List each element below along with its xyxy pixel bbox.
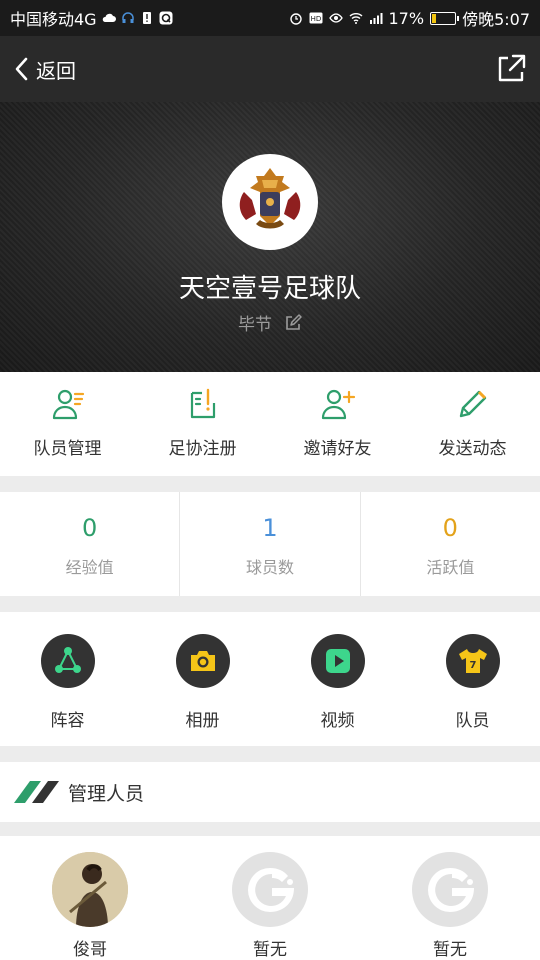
stat-value: 1: [262, 514, 278, 542]
register-icon: [190, 388, 215, 419]
q-app-icon: [159, 11, 173, 25]
back-label: 返回: [36, 58, 76, 83]
nav-bar: 返回: [0, 36, 540, 102]
alert-icon: [142, 12, 151, 24]
stat-label: 球员数: [245, 558, 294, 577]
jersey-number: 7: [469, 660, 476, 671]
managers-section-header: 管理人员: [0, 762, 540, 822]
edit-icon[interactable]: [284, 313, 302, 332]
placeholder-g-icon: [248, 867, 294, 912]
manager-item[interactable]: 暂无: [360, 836, 540, 960]
manager-name: 俊哥: [73, 940, 107, 960]
stat-experience[interactable]: 0 经验值: [0, 492, 181, 596]
feature-video[interactable]: 视频: [270, 612, 405, 746]
headset-icon: [121, 12, 134, 23]
action-label: 发送动态: [438, 439, 507, 459]
feature-formation[interactable]: 阵容: [0, 612, 135, 746]
team-logo[interactable]: [222, 154, 318, 250]
hd-icon: HD: [309, 12, 322, 24]
chevron-left-icon: [15, 57, 28, 81]
battery-percent: 17%: [388, 8, 425, 28]
feature-label: 相册: [185, 711, 220, 731]
wifi-icon: [349, 13, 362, 24]
alarm-icon: [289, 13, 302, 25]
team-location-row: 毕节: [0, 310, 540, 335]
team-name: 天空壹号足球队: [178, 274, 361, 304]
feature-icon-circle: [310, 634, 365, 688]
carrier-label: 中国移动4G: [10, 10, 97, 29]
feature-grid: 阵容 相册 视频 7 队员: [0, 612, 540, 746]
share-icon[interactable]: [494, 52, 528, 86]
managers-list: 俊哥 暂无 暂无: [0, 836, 540, 960]
feature-label: 视频: [320, 711, 355, 731]
team-header: 天空壹号足球队 毕节: [0, 102, 540, 372]
action-label: 队员管理: [33, 439, 102, 459]
battery-icon: [430, 11, 460, 25]
manager-item[interactable]: 俊哥: [0, 836, 180, 960]
jersey-icon: 7: [458, 649, 487, 673]
avatar: [232, 852, 308, 927]
member-manage-icon: [52, 389, 84, 420]
cloud-icon: [102, 13, 116, 22]
signal-icon: [369, 13, 382, 24]
stat-value: 0: [82, 514, 98, 542]
feature-label: 阵容: [50, 711, 85, 731]
feature-icon-circle: [40, 634, 95, 688]
status-bar-left: 中国移动4G: [10, 6, 173, 30]
feature-icon-circle: [175, 634, 230, 688]
section-stripe-icon: [14, 781, 59, 803]
stat-player-count[interactable]: 1 球员数: [180, 492, 361, 596]
eye-icon: [328, 13, 343, 23]
warrior-avatar-icon: [52, 852, 128, 927]
action-label: 足协注册: [168, 439, 237, 459]
stat-activity[interactable]: 0 活跃值: [361, 492, 540, 596]
svg-text:HD: HD: [310, 15, 321, 23]
action-post-update[interactable]: 发送动态: [405, 372, 540, 476]
manager-item[interactable]: 暂无: [180, 836, 360, 960]
feature-players[interactable]: 7 队员: [405, 612, 540, 746]
camera-icon: [190, 651, 215, 671]
action-label: 邀请好友: [303, 439, 372, 459]
action-invite-friend[interactable]: 邀请好友: [270, 372, 405, 476]
section-title: 管理人员: [68, 782, 145, 805]
stat-label: 活跃值: [426, 558, 475, 577]
formation-icon: [54, 647, 81, 673]
feature-icon-circle: 7: [445, 634, 500, 688]
back-button[interactable]: 返回: [12, 55, 76, 84]
manager-name: 暂无: [433, 940, 467, 960]
placeholder-g-icon: [428, 867, 474, 912]
status-bar-right: HD 17% 傍晚5:07: [289, 6, 530, 30]
stat-value: 0: [442, 514, 458, 542]
action-member-manage[interactable]: 队员管理: [0, 372, 135, 476]
feature-label: 队员: [455, 711, 490, 731]
pencil-icon: [459, 390, 486, 418]
avatar: [412, 852, 488, 927]
team-stats: 0 经验值 1 球员数 0 活跃值: [0, 492, 540, 596]
manager-name: 暂无: [253, 940, 287, 960]
clock-time: 傍晚5:07: [462, 10, 530, 29]
team-city: 毕节: [238, 315, 272, 335]
avatar: [52, 852, 128, 927]
invite-friend-icon: [321, 389, 355, 420]
battery-fill: [432, 13, 437, 23]
status-bar: 中国移动4G HD 17% 傍晚5:07: [0, 0, 540, 36]
video-play-icon: [325, 649, 350, 673]
quick-actions: 队员管理 足协注册 邀请好友 发送动态: [0, 372, 540, 476]
team-crest-icon: [239, 168, 301, 229]
feature-album[interactable]: 相册: [135, 612, 270, 746]
stat-label: 经验值: [65, 558, 114, 577]
action-association-register[interactable]: 足协注册: [135, 372, 270, 476]
